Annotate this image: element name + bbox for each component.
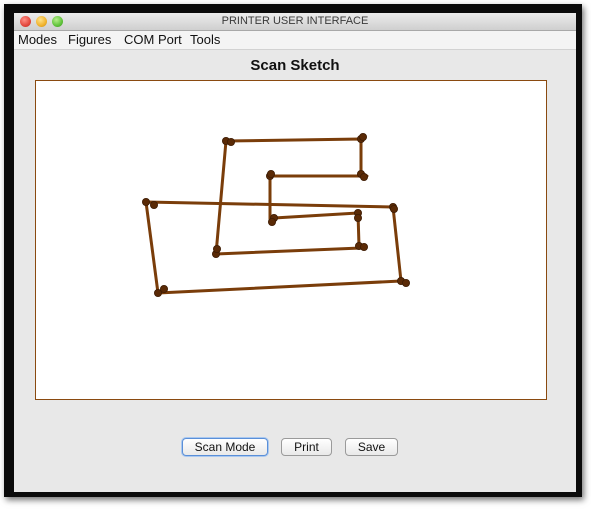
sketch-vertex-point — [401, 278, 410, 287]
sketch-vertex-point — [160, 284, 169, 293]
sketch-inner-stroke — [214, 137, 369, 256]
menu-modes[interactable]: Modes — [18, 32, 57, 47]
sketch-vertex-point — [226, 138, 235, 147]
window-shadow-frame: PRINTER USER INTERFACE Modes Figures COM… — [4, 4, 582, 497]
app-window: PRINTER USER INTERFACE Modes Figures COM… — [14, 13, 576, 492]
sketch-vertex-point — [359, 242, 368, 251]
sketch-vertex-point — [359, 173, 368, 182]
sketch-vertex-point — [150, 201, 159, 210]
menu-bar: Modes Figures COM Port Tools — [14, 31, 576, 50]
menu-figures[interactable]: Figures — [68, 32, 111, 47]
sketch-vertex-point — [389, 205, 398, 214]
menu-tools[interactable]: Tools — [190, 32, 220, 47]
sketch-vertex-point — [358, 133, 367, 142]
sketch-drawing — [142, 133, 410, 297]
print-button[interactable]: Print — [281, 438, 332, 456]
title-bar[interactable]: PRINTER USER INTERFACE — [14, 13, 576, 31]
save-button[interactable]: Save — [345, 438, 398, 456]
menu-com-port[interactable]: COM Port — [124, 32, 182, 47]
page-title: Scan Sketch — [250, 57, 340, 74]
sketch-vertex-point — [267, 217, 276, 226]
sketch-canvas[interactable] — [35, 80, 547, 400]
window-title: PRINTER USER INTERFACE — [221, 15, 369, 27]
sketch-vertex-point — [353, 213, 362, 222]
scan-mode-button[interactable]: Scan Mode — [182, 438, 268, 456]
sketch-vertex-point — [212, 244, 221, 253]
sketch-vertex-point — [142, 198, 151, 207]
sketch-vertex-point — [266, 170, 275, 179]
